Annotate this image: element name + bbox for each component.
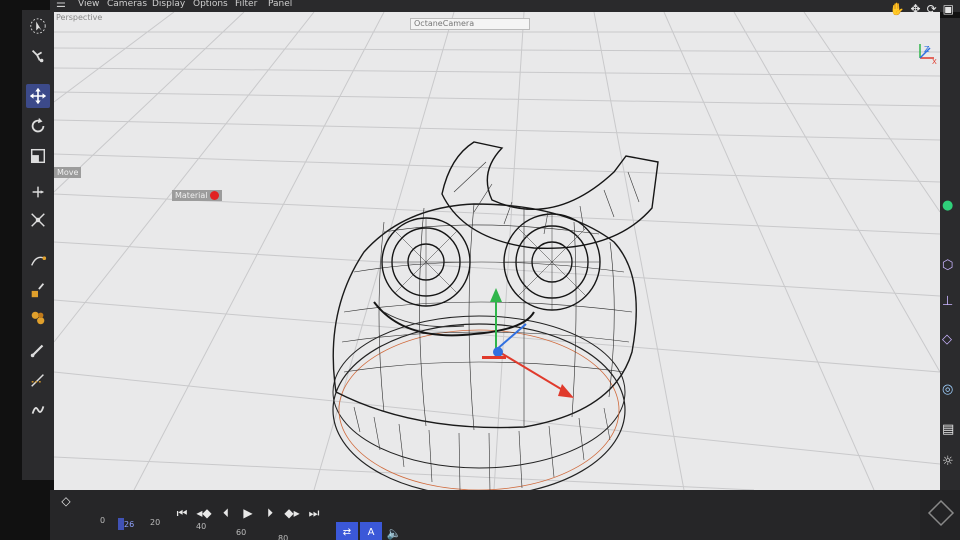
autokey-button[interactable]: A	[360, 522, 382, 540]
cube-icon[interactable]: ⬡	[942, 258, 960, 280]
move-icon[interactable]	[26, 84, 50, 108]
axis-label-x: X	[932, 58, 937, 66]
menu-display[interactable]: Display	[152, 0, 185, 9]
tick-label: 40	[196, 522, 207, 531]
next-key-icon[interactable]: ◆▸	[282, 504, 302, 522]
sound-icon[interactable]: 🔈	[384, 524, 404, 540]
move-tool-icon[interactable]	[26, 180, 50, 204]
material-tag: Material	[172, 190, 222, 201]
menu-options[interactable]: Options	[193, 0, 228, 9]
viewport-nav-icons: ✋ ✥ ⟳ ▣	[890, 2, 954, 18]
green-tool-icon[interactable]: ●	[942, 198, 960, 220]
globe-icon[interactable]: ◎	[942, 382, 960, 404]
left-toolbar	[22, 10, 54, 480]
move-gizmo	[482, 288, 574, 398]
keyframe-icon[interactable]: ◇	[56, 492, 76, 510]
move-tag-label: Move	[57, 168, 79, 177]
play-icon[interactable]: ▶	[238, 504, 258, 522]
material-icon[interactable]	[26, 306, 50, 330]
scale-icon[interactable]	[26, 144, 50, 168]
loop-toggle-icon[interactable]: ⇄	[336, 522, 358, 540]
material-tag-label: Material	[175, 191, 208, 200]
tick-label: 60	[236, 528, 247, 537]
move-tag: Move	[54, 167, 82, 178]
rotate-icon[interactable]	[26, 114, 50, 138]
top-handle-mesh	[441, 141, 659, 250]
current-frame-label: 26	[124, 520, 135, 529]
brush-icon[interactable]	[26, 338, 50, 362]
select-icon[interactable]	[26, 14, 50, 38]
right-toolbar: ● ⬡ ⊥ ◇ ◎ ▤ ☼	[940, 18, 960, 540]
magnet-icon[interactable]	[26, 398, 50, 422]
live-select-icon[interactable]	[26, 44, 50, 68]
go-to-start-icon[interactable]: ⏮	[172, 504, 192, 522]
generator-icon[interactable]: ◇	[942, 332, 960, 354]
knife-icon[interactable]	[26, 368, 50, 392]
axis-indicator: Z X	[919, 44, 937, 66]
camera-selector[interactable]: OctaneCamera	[410, 18, 530, 30]
monitor-screen: ☰ View Cameras Display Options Filter Pa…	[0, 0, 960, 540]
spline-pen-icon[interactable]	[26, 248, 50, 272]
viewport-menubar: ☰ View Cameras Display Options Filter Pa…	[50, 0, 960, 12]
menu-view[interactable]: View	[78, 0, 99, 9]
move-view-icon[interactable]: ✥	[911, 2, 921, 18]
cube-outline-icon[interactable]	[926, 498, 956, 528]
timeline-panel: ◇ ⏮ ◂◆ ⏴ ▶ ⏵ ◆▸ ⏭ ⇄ A 🔈 0 20 40 60 80 26	[50, 490, 920, 540]
viewport-scene: Z X	[54, 12, 940, 490]
bottom-right-panel	[920, 490, 960, 540]
maximize-view-icon[interactable]: ▣	[943, 2, 954, 18]
head-mesh	[332, 203, 637, 431]
scene-tool-icon[interactable]: ▤	[942, 422, 960, 444]
view-label: Perspective	[56, 13, 103, 22]
paint-icon[interactable]	[26, 278, 50, 302]
light-icon[interactable]: ☼	[942, 454, 960, 476]
3d-viewport[interactable]: Z X Perspective OctaneCamera Move Materi…	[54, 12, 940, 490]
menu-filter[interactable]: Filter	[235, 0, 257, 9]
menu-cameras[interactable]: Cameras	[107, 0, 147, 9]
menu-icon[interactable]: ☰	[56, 0, 66, 9]
base-ring-mesh	[332, 315, 626, 490]
go-to-end-icon[interactable]: ⏭	[304, 504, 324, 522]
next-frame-icon[interactable]: ⏵	[260, 504, 280, 522]
tick-label: 80	[278, 534, 289, 540]
transform-icon[interactable]	[26, 208, 50, 232]
axis-label-z: Z	[924, 45, 930, 54]
prev-frame-icon[interactable]: ⏴	[216, 504, 236, 522]
deformer-icon[interactable]: ⊥	[942, 294, 960, 316]
tick-label: 20	[150, 518, 161, 527]
pan-hand-icon[interactable]: ✋	[890, 2, 905, 18]
floor-grid	[54, 12, 940, 490]
tick-label: 0	[100, 516, 106, 525]
material-dot-icon	[209, 191, 219, 200]
orbit-icon[interactable]: ⟳	[927, 2, 937, 18]
prev-key-icon[interactable]: ◂◆	[194, 504, 214, 522]
menu-panel[interactable]: Panel	[268, 0, 292, 9]
